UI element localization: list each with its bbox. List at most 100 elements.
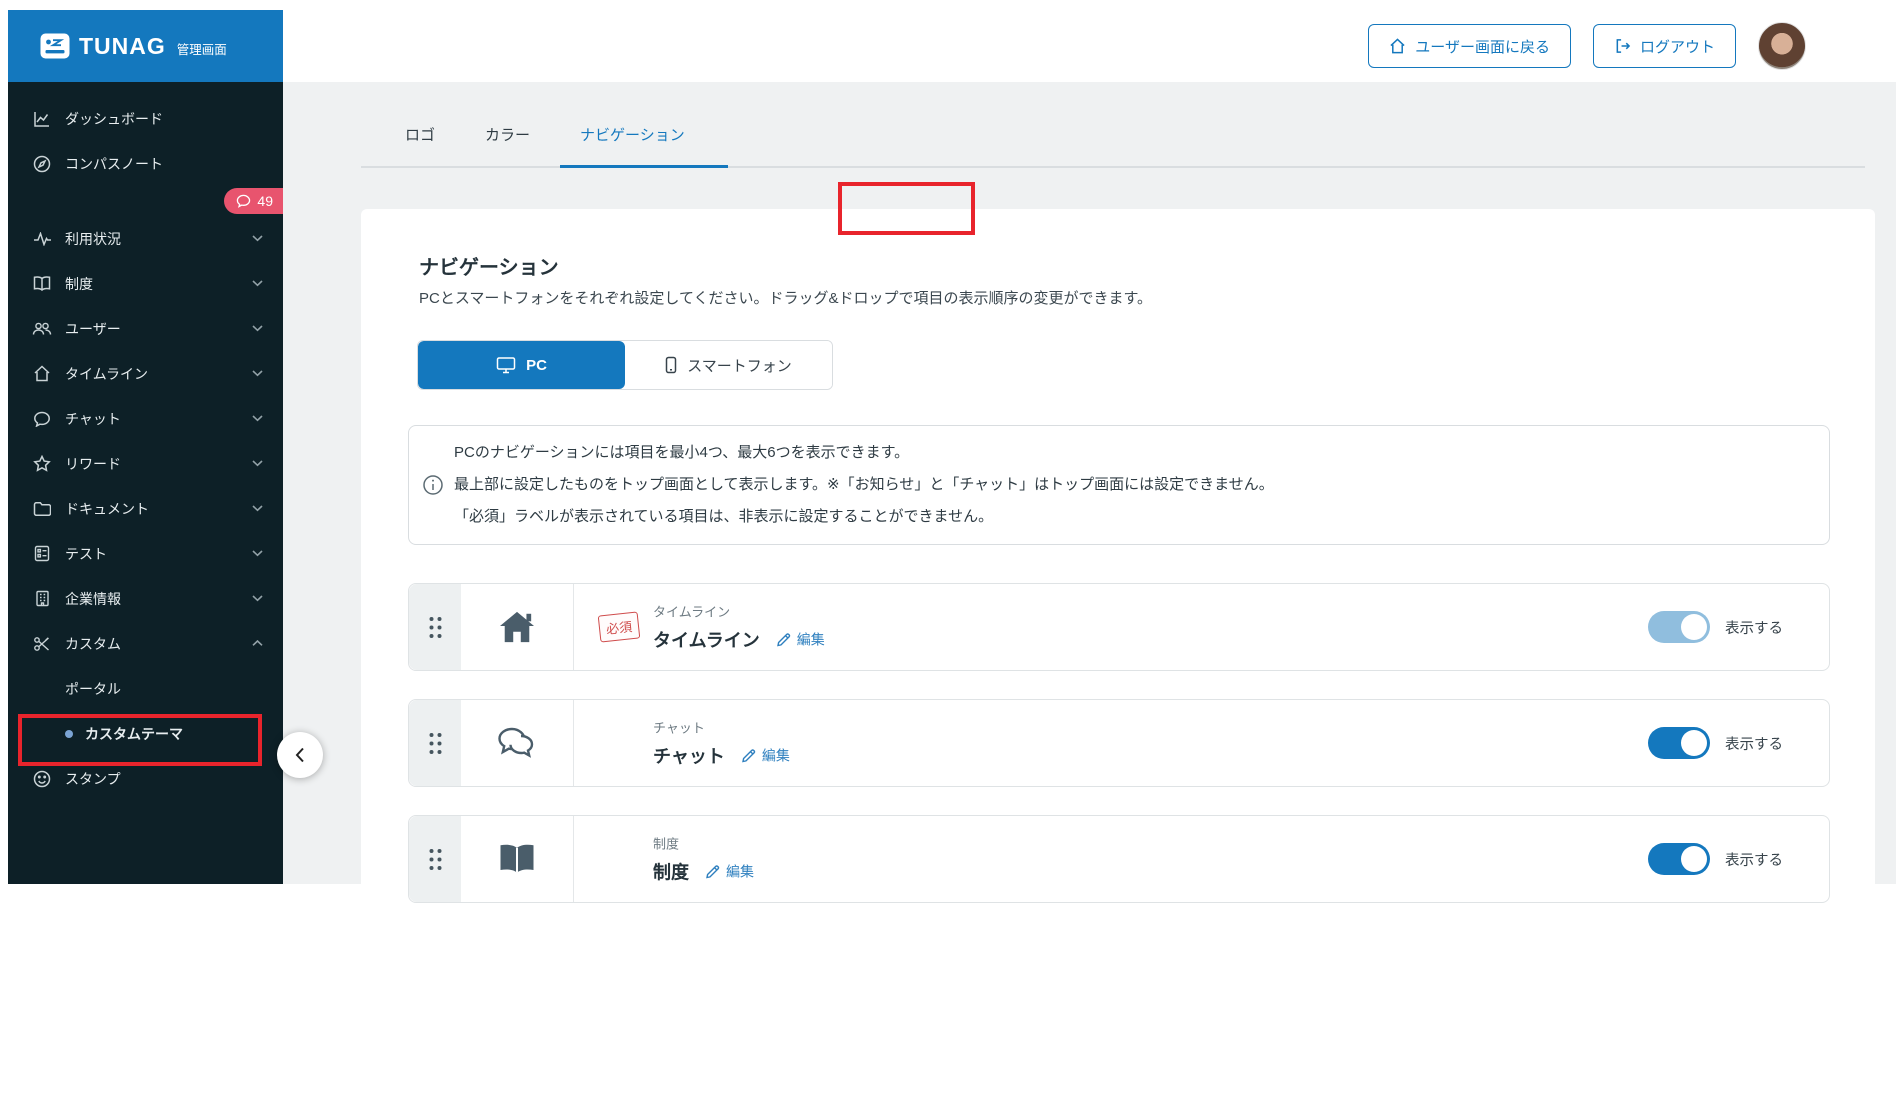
chat-count-badge[interactable]: 49 xyxy=(224,188,283,214)
building-icon xyxy=(32,589,52,609)
nav-item-title: タイムライン xyxy=(653,630,760,651)
sidebar-item-programs[interactable]: 制度 xyxy=(8,261,283,306)
logout-button[interactable]: ログアウト xyxy=(1592,24,1736,68)
info-line: 最上部に設定したものをトップ画面として表示します。※「お知らせ」と「チャット」は… xyxy=(454,476,1274,493)
book-icon xyxy=(461,816,574,902)
navigation-settings-panel: ナビゲーション PCとスマートフォンをそれぞれ設定してください。ドラッグ&ドロッ… xyxy=(361,209,1875,1109)
toggle-label: 表示する xyxy=(1725,736,1783,753)
checklist-icon xyxy=(32,544,52,564)
segment-pc[interactable]: PC xyxy=(418,341,625,389)
sidebar-item-company-info[interactable]: 企業情報 xyxy=(8,576,283,621)
chevron-down-icon xyxy=(252,415,263,422)
star-icon xyxy=(32,454,52,474)
visibility-toggle[interactable] xyxy=(1648,727,1710,759)
nav-item-category: 制度 xyxy=(653,836,680,852)
info-icon xyxy=(422,474,444,496)
sidebar-item-label: ダッシュボード xyxy=(65,110,163,127)
sidebar-item-custom[interactable]: カスタム xyxy=(8,621,283,666)
panel-description: PCとスマートフォンをそれぞれ設定してください。ドラッグ&ドロップで項目の表示順… xyxy=(419,290,1152,307)
sidebar-item-test[interactable]: テスト xyxy=(8,531,283,576)
chat-count: 49 xyxy=(257,193,273,209)
sidebar-item-label: ポータル xyxy=(65,680,121,697)
folder-icon xyxy=(32,499,52,519)
edit-link[interactable]: 編集 xyxy=(741,746,790,766)
sidebar-item-compass-note[interactable]: コンパスノート xyxy=(8,141,283,186)
smiley-icon xyxy=(32,769,52,789)
tab-logo[interactable]: ロゴ xyxy=(405,124,435,145)
info-text: PCのナビゲーションには項目を最小4つ、最大6つを表示できます。 最上部に設定し… xyxy=(454,437,1274,533)
sidebar-item-dashboard[interactable]: ダッシュボード xyxy=(8,96,283,141)
topbar: ユーザー画面に戻る ログアウト xyxy=(283,10,1896,82)
compass-icon xyxy=(32,154,52,174)
edit-label: 編集 xyxy=(761,747,790,764)
chevron-down-icon xyxy=(252,550,263,557)
panel-title: ナビゲーション xyxy=(419,257,559,279)
nav-item-title: チャット xyxy=(653,746,725,767)
sidebar-item-reward[interactable]: リワード xyxy=(8,441,283,486)
sidebar-item-label: リワード xyxy=(65,455,121,472)
drag-handle[interactable] xyxy=(409,700,461,786)
logout-icon xyxy=(1614,38,1631,54)
sidebar-item-usage[interactable]: 利用状況 xyxy=(8,216,283,261)
tunag-logo-icon xyxy=(40,33,70,59)
tab-color[interactable]: カラー xyxy=(485,124,530,145)
sidebar-item-stamp[interactable]: スタンプ xyxy=(8,756,283,801)
logo-text: TUNAG xyxy=(79,32,166,59)
segment-smartphone[interactable]: スマートフォン xyxy=(625,341,832,389)
back-to-user-screen-button[interactable]: ユーザー画面に戻る xyxy=(1368,24,1571,68)
nav-item-title: 制度 xyxy=(653,862,689,883)
smartphone-icon xyxy=(665,356,677,374)
sidebar-item-users[interactable]: ユーザー xyxy=(8,306,283,351)
content-area: ロゴ カラー ナビゲーション ナビゲーション PCとスマートフォンをそれぞれ設定… xyxy=(283,82,1896,1109)
avatar[interactable] xyxy=(1758,22,1806,70)
edit-link[interactable]: 編集 xyxy=(705,862,754,882)
chevron-down-icon xyxy=(252,595,263,602)
sidebar-item-label: ドキュメント xyxy=(65,500,149,517)
device-segmented-control: PC スマートフォン xyxy=(417,340,833,390)
chevron-left-icon xyxy=(295,747,305,763)
edit-label: 編集 xyxy=(726,863,754,880)
nav-item-row-timeline: 必須 タイムライン タイムライン 編集 表示する xyxy=(408,583,1830,671)
info-box: PCのナビゲーションには項目を最小4つ、最大6つを表示できます。 最上部に設定し… xyxy=(408,425,1830,545)
nav-item-text: タイムライン タイムライン 編集 xyxy=(653,602,825,653)
nav-item-text: 制度 制度 編集 xyxy=(653,834,754,885)
sidebar: TUNAG 管理画面 ダッシュボード コンパスノート 49 利用状況 制度 ユー… xyxy=(8,10,283,884)
sidebar-item-label: カスタムテーマ xyxy=(85,725,183,742)
sidebar-item-custom-theme[interactable]: カスタムテーマ xyxy=(8,711,283,756)
tab-navigation[interactable]: ナビゲーション xyxy=(580,124,685,145)
visibility-control: 表示する xyxy=(1648,611,1783,643)
sidebar-collapse-button[interactable] xyxy=(277,732,323,778)
sidebar-item-chat[interactable]: チャット xyxy=(8,396,283,441)
chevron-down-icon xyxy=(252,370,263,377)
sidebar-item-timeline[interactable]: タイムライン xyxy=(8,351,283,396)
nav-item-text: チャット チャット 編集 xyxy=(653,718,790,769)
edit-link[interactable]: 編集 xyxy=(776,630,825,650)
sidebar-item-documents[interactable]: ドキュメント xyxy=(8,486,283,531)
chevron-down-icon xyxy=(252,235,263,242)
visibility-toggle[interactable] xyxy=(1648,611,1710,643)
visibility-toggle[interactable] xyxy=(1648,843,1710,875)
pencil-icon xyxy=(705,864,721,880)
chevron-down-icon xyxy=(252,460,263,467)
pencil-icon xyxy=(776,632,792,648)
sidebar-logo[interactable]: TUNAG 管理画面 xyxy=(8,10,283,82)
drag-handle[interactable] xyxy=(409,584,461,670)
speech-bubble-icon xyxy=(236,194,251,208)
chevron-down-icon xyxy=(252,280,263,287)
info-line: 「必須」ラベルが表示されている項目は、非表示に設定することができません。 xyxy=(454,508,994,525)
drag-handle[interactable] xyxy=(409,816,461,902)
segment-smartphone-label: スマートフォン xyxy=(687,357,792,375)
toggle-label: 表示する xyxy=(1725,620,1783,637)
monitor-icon xyxy=(496,356,516,374)
sidebar-nav: ダッシュボード コンパスノート 49 利用状況 制度 ユーザー タイムライン チ… xyxy=(8,82,283,801)
chat-icon xyxy=(461,700,574,786)
nav-item-category: チャット xyxy=(653,720,705,736)
nav-item-row-programs: 制度 制度 編集 表示する xyxy=(408,815,1830,903)
edit-label: 編集 xyxy=(796,631,825,648)
users-icon xyxy=(32,319,52,339)
sidebar-item-portal[interactable]: ポータル xyxy=(8,666,283,711)
segment-pc-label: PC xyxy=(526,356,547,374)
home-icon xyxy=(1389,38,1406,54)
nav-item-row-chat: チャット チャット 編集 表示する xyxy=(408,699,1830,787)
required-badge: 必須 xyxy=(597,611,641,643)
